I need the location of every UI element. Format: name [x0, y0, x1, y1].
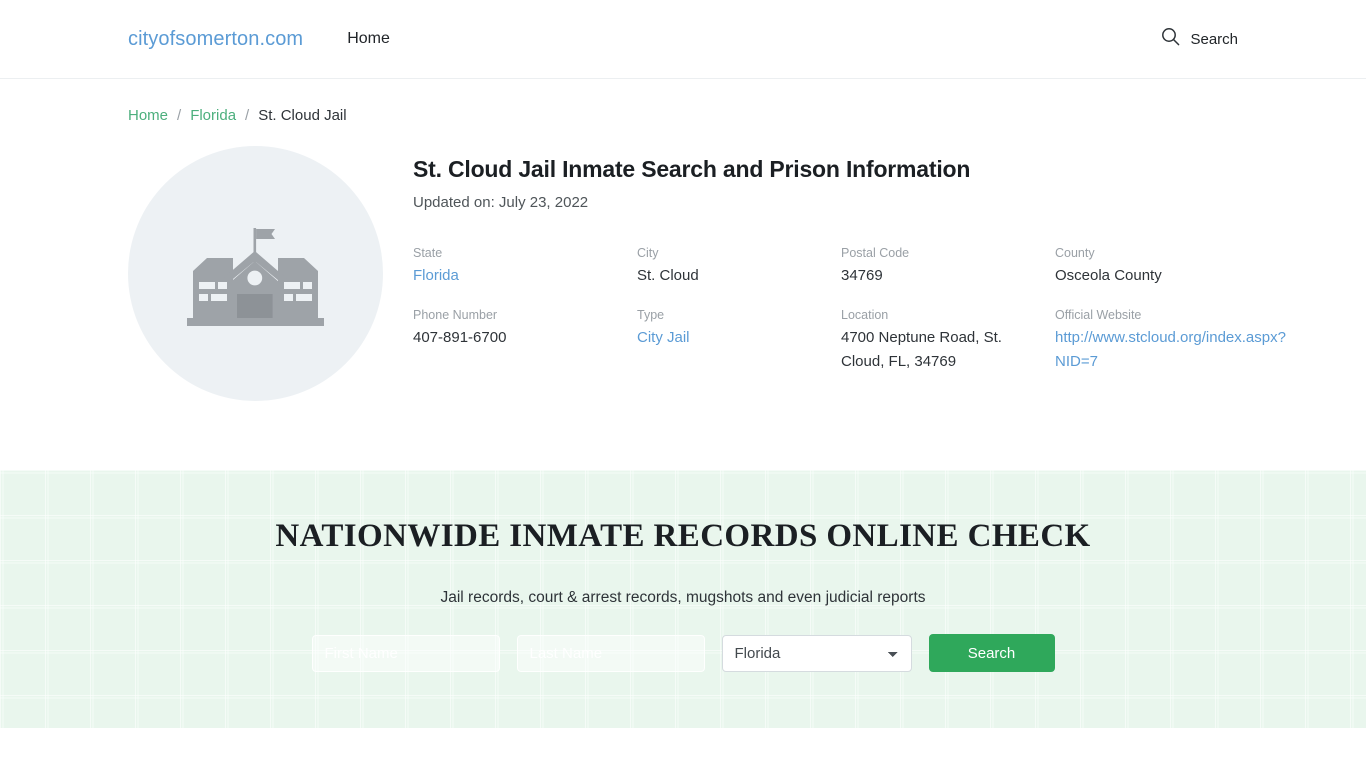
- breadcrumb-item-florida[interactable]: Florida: [190, 107, 236, 124]
- info-field-phone-number: Phone Number 407-891-6700: [413, 307, 637, 374]
- search-icon: [1161, 27, 1180, 51]
- facility-details: St. Cloud Jail Inmate Search and Prison …: [383, 146, 1286, 374]
- breadcrumb-item-current: St. Cloud Jail: [258, 107, 347, 124]
- last-name-input[interactable]: [516, 634, 705, 672]
- breadcrumb: Home / Florida / St. Cloud Jail: [128, 107, 1238, 124]
- info-label-postal-code: Postal Code: [841, 246, 910, 260]
- breadcrumb-item-home[interactable]: Home: [128, 107, 168, 124]
- info-value-county: Osceola County: [1055, 267, 1162, 285]
- info-field-city: City St. Cloud: [637, 245, 841, 288]
- nav-item-home[interactable]: Home: [345, 24, 392, 54]
- page-title: St. Cloud Jail Inmate Search and Prison …: [413, 156, 971, 182]
- updated-date: Updated on: July 23, 2022: [413, 194, 589, 211]
- site-header: cityofsomerton.com Home Search: [0, 0, 1366, 79]
- promo-subtitle: Jail records, court & arrest records, mu…: [440, 589, 926, 606]
- info-field-type: Type City Jail: [637, 307, 841, 374]
- info-field-state: State Florida: [413, 245, 637, 288]
- brand-logo[interactable]: cityofsomerton.com: [128, 28, 303, 51]
- info-label-city: City: [637, 246, 659, 260]
- info-label-type: Type: [637, 307, 665, 322]
- breadcrumb-wrapper: Home / Florida / St. Cloud Jail: [0, 79, 1366, 124]
- header-search-toggle[interactable]: Search: [1161, 27, 1238, 51]
- info-value-phone-number: 407-891-6700: [413, 329, 507, 347]
- breadcrumb-separator: /: [177, 107, 182, 124]
- state-select[interactable]: Florida: [721, 634, 912, 672]
- info-value-state[interactable]: Florida: [413, 267, 459, 284]
- promo-title: NATIONWIDE INMATE RECORDS ONLINE CHECK: [275, 518, 1091, 554]
- info-value-type[interactable]: City Jail: [637, 329, 690, 346]
- inmate-search-form: Florida Search: [311, 634, 1055, 672]
- government-building-icon: [187, 218, 324, 330]
- info-field-postal-code: Postal Code 34769: [841, 245, 1055, 288]
- info-value-postal-code: 34769: [841, 267, 883, 285]
- info-label-county: County: [1055, 246, 1095, 260]
- facility-info-grid: State Florida City St. Cloud Postal Code…: [413, 245, 1286, 374]
- info-field-official-website: Official Website http://www.stcloud.org/…: [1055, 307, 1286, 374]
- info-value-official-website[interactable]: http://www.stcloud.org/index.aspx?NID=7: [1055, 329, 1286, 370]
- breadcrumb-separator: /: [245, 107, 250, 124]
- info-label-phone-number: Phone Number: [413, 307, 498, 322]
- info-label-state: State: [413, 246, 443, 260]
- promo-banner: NATIONWIDE INMATE RECORDS ONLINE CHECK J…: [0, 470, 1366, 728]
- facility-thumbnail: [128, 146, 383, 401]
- primary-nav: Home: [345, 24, 392, 54]
- info-label-official-website: Official Website: [1055, 307, 1142, 322]
- info-field-location: Location 4700 Neptune Road, St. Cloud, F…: [841, 307, 1055, 374]
- header-search-label: Search: [1190, 30, 1238, 48]
- first-name-input[interactable]: [311, 634, 500, 672]
- info-value-city: St. Cloud: [637, 267, 699, 285]
- info-value-location: 4700 Neptune Road, St. Cloud, FL, 34769: [841, 329, 1002, 370]
- search-button[interactable]: Search: [928, 634, 1055, 672]
- info-field-county: County Osceola County: [1055, 245, 1286, 288]
- facility-panel: St. Cloud Jail Inmate Search and Prison …: [0, 124, 1366, 401]
- info-label-location: Location: [841, 307, 889, 322]
